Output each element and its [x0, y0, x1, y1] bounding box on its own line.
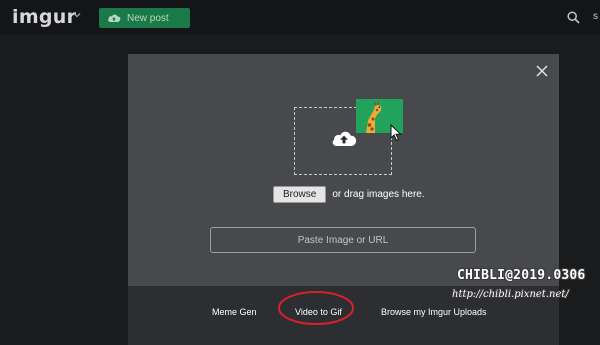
upload-cloud-icon [108, 14, 121, 22]
upload-modal: Browse or drag images here. Meme Gen Vid… [128, 54, 559, 345]
browse-uploads-link[interactable]: Browse my Imgur Uploads [381, 307, 487, 317]
close-icon[interactable] [535, 64, 549, 78]
meme-gen-link[interactable]: Meme Gen [212, 307, 257, 317]
imgur-logo[interactable]: imgur [12, 6, 76, 28]
top-navigation-bar: imgur New post s [0, 0, 600, 34]
browse-button[interactable]: Browse [273, 186, 327, 203]
new-post-label: New post [127, 12, 169, 24]
chevron-down-icon[interactable] [72, 10, 82, 20]
video-to-gif-link[interactable]: Video to Gif [295, 307, 342, 317]
watermark-url: http://chibli.pixnet.net/ [452, 289, 569, 300]
cloud-upload-icon [332, 131, 357, 146]
drag-instruction-text: or drag images here. [332, 189, 425, 200]
search-icon[interactable] [567, 11, 580, 24]
topbar-truncated-text: s [593, 11, 598, 22]
new-post-button[interactable]: New post [99, 8, 190, 28]
browse-row: Browse or drag images here. [273, 186, 425, 203]
mouse-pointer-icon [390, 124, 402, 142]
paste-url-input[interactable] [210, 227, 476, 253]
watermark-title: CHIBLI@2019.0306 [457, 268, 586, 283]
